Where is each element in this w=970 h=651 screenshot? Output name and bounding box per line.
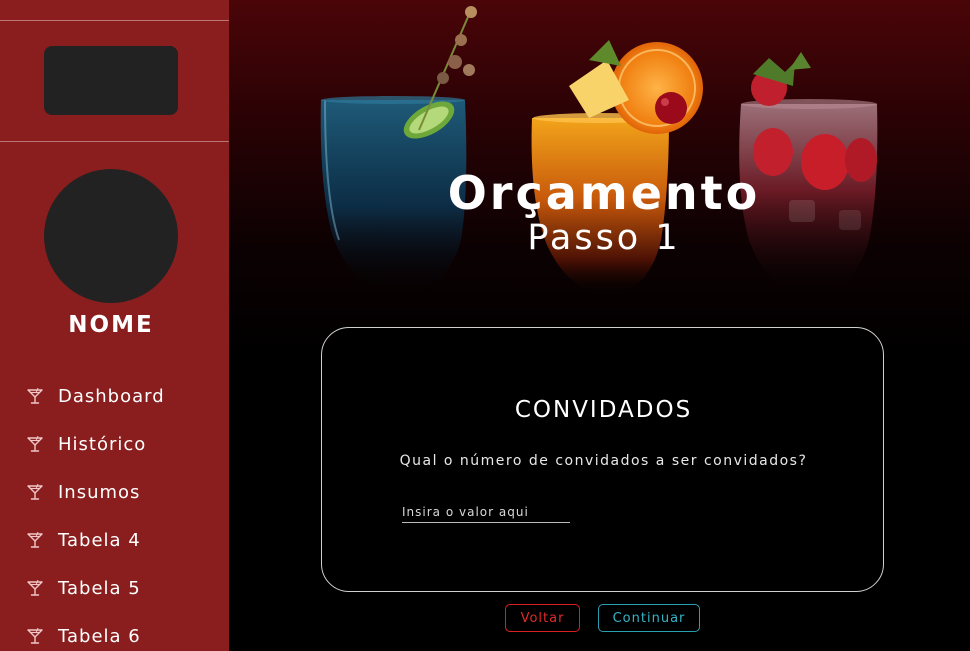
sidebar-item-tabela-5[interactable]: Tabela 5: [26, 564, 165, 612]
main-content: Orçamento Passo 1 CONVIDADOS Qual o núme…: [229, 0, 970, 651]
sidebar-item-label: Insumos: [58, 481, 141, 503]
sidebar-item-tabela-4[interactable]: Tabela 4: [26, 516, 165, 564]
sidebar-item-tabela-6[interactable]: Tabela 6: [26, 612, 165, 651]
cocktail-glass-icon: [27, 483, 43, 500]
guests-card: CONVIDADOS Qual o número de convidados a…: [321, 327, 884, 592]
cocktail-glass-icon: [27, 627, 43, 644]
guests-count-input[interactable]: [402, 502, 570, 523]
app-window: NOME Dashboard Histórico Insumos Tabela …: [0, 0, 970, 651]
user-name: NOME: [68, 312, 154, 338]
cocktail-glass-icon: [27, 387, 43, 404]
sidebar-item-label: Histórico: [58, 433, 147, 455]
logo-placeholder: [44, 46, 178, 115]
cocktail-glass-icon: [27, 435, 43, 452]
sidebar-item-label: Dashboard: [58, 385, 165, 407]
sidebar-item-label: Tabela 4: [58, 529, 141, 551]
sidebar-nav: Dashboard Histórico Insumos Tabela 4 Tab…: [26, 372, 165, 651]
card-question: Qual o número de convidados a ser convid…: [399, 453, 808, 469]
avatar[interactable]: [44, 169, 178, 303]
card-heading: CONVIDADOS: [514, 397, 693, 423]
cocktail-glass-icon: [27, 531, 43, 548]
sidebar-divider: [0, 20, 229, 21]
sidebar-item-dashboard[interactable]: Dashboard: [26, 372, 165, 420]
page-subtitle: Passo 1: [527, 218, 681, 258]
back-button[interactable]: Voltar: [505, 604, 580, 632]
cocktails-hero-image: [320, 6, 878, 298]
continue-button[interactable]: Continuar: [598, 604, 700, 632]
sidebar-item-label: Tabela 6: [58, 625, 141, 647]
cocktail-glass-icon: [27, 579, 43, 596]
sidebar: NOME Dashboard Histórico Insumos Tabela …: [0, 0, 229, 651]
page-title: Orçamento: [447, 166, 761, 220]
sidebar-item-insumos[interactable]: Insumos: [26, 468, 165, 516]
sidebar-divider: [0, 141, 229, 142]
sidebar-item-label: Tabela 5: [58, 577, 141, 599]
sidebar-item-historico[interactable]: Histórico: [26, 420, 165, 468]
